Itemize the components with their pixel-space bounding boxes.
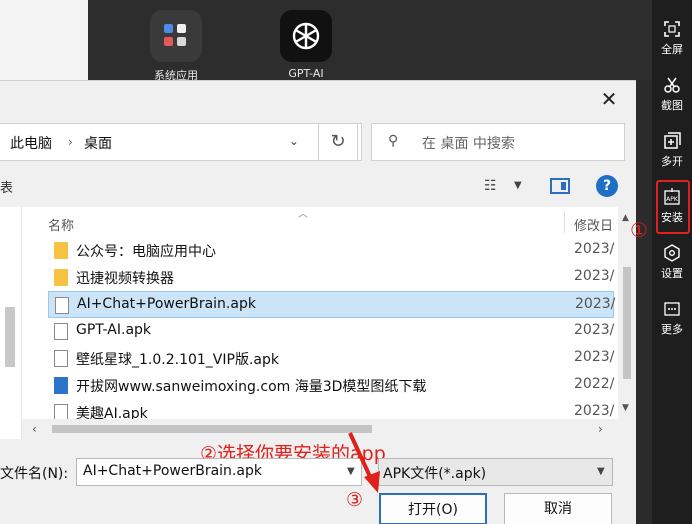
list-item[interactable]: GPT-AI.apk 2023/ bbox=[48, 318, 614, 345]
search-placeholder: 在 桌面 中搜索 bbox=[422, 136, 515, 152]
openai-logo-icon[interactable] bbox=[280, 10, 332, 62]
open-file-dialog: ✕ 此电脑 › 桌面 ⌄ ↻ ⚲ 在 桌面 中搜索 表 ☷ ▼ ? ︿ 名称 修… bbox=[0, 80, 636, 524]
toolbar-truncated-label[interactable]: 表 bbox=[0, 177, 13, 196]
more-icon bbox=[664, 302, 680, 316]
file-icon bbox=[54, 350, 68, 367]
breadcrumb-this-pc[interactable]: 此电脑 bbox=[10, 133, 52, 153]
list-item[interactable]: 公众号：电脑应用中心 2023/ bbox=[48, 237, 614, 264]
scissors-icon bbox=[664, 77, 680, 93]
column-header-name[interactable]: 名称 bbox=[48, 215, 74, 234]
sort-caret-icon: ︿ bbox=[298, 209, 308, 220]
search-input[interactable]: ⚲ 在 桌面 中搜索 bbox=[371, 123, 625, 161]
sidebar-item-settings[interactable]: 设置 bbox=[652, 244, 692, 281]
breadcrumb-chevron-icon[interactable]: › bbox=[68, 135, 73, 149]
column-divider[interactable] bbox=[564, 211, 565, 233]
vertical-scrollbar-thumb[interactable] bbox=[623, 267, 631, 379]
close-button[interactable]: ✕ bbox=[598, 89, 620, 111]
folder-icon bbox=[54, 242, 68, 259]
filename-label: 文件名(N): bbox=[0, 466, 69, 482]
address-dropdown-chevron-icon[interactable]: ⌄ bbox=[289, 134, 299, 148]
sidebar-item-screenshot[interactable]: 截图 bbox=[652, 76, 692, 113]
list-item[interactable]: 壁纸星球_1.0.2.101_VIP版.apk 2023/ bbox=[48, 345, 614, 372]
annotation-step-3: ③ bbox=[346, 489, 364, 511]
preview-pane-icon[interactable] bbox=[550, 178, 570, 194]
address-bar[interactable]: 此电脑 › 桌面 ⌄ bbox=[0, 123, 362, 161]
help-icon[interactable]: ? bbox=[596, 175, 618, 197]
cancel-button[interactable]: 取消 bbox=[504, 493, 612, 524]
annotation-arrow bbox=[348, 432, 380, 493]
gpt-ai-label: GPT-AI bbox=[288, 67, 324, 80]
svg-text:APK: APK bbox=[666, 196, 679, 203]
refresh-icon: ↻ bbox=[330, 131, 346, 152]
file-icon bbox=[54, 323, 68, 340]
horizontal-scrollbar[interactable]: ‹ › bbox=[22, 419, 618, 439]
filetype-select[interactable]: APK文件(*.apk) ▼ bbox=[378, 458, 613, 486]
filename-field[interactable]: AI+Chat+PowerBrain.apk ▼ bbox=[76, 458, 362, 486]
sidebar-item-fullscreen[interactable]: 全屏 bbox=[652, 20, 692, 57]
scroll-left-icon[interactable]: ‹ bbox=[32, 422, 37, 436]
sidebar-item-install[interactable]: APK 安装 bbox=[652, 188, 692, 225]
settings-hexagon-icon bbox=[664, 244, 680, 262]
web-shortcut-icon bbox=[54, 377, 68, 394]
multi-open-icon bbox=[664, 132, 681, 149]
emulator-sidebar: 全屏 截图 多开 APK 安装 设置 更多 bbox=[652, 0, 692, 524]
system-apps-icon[interactable] bbox=[150, 10, 202, 62]
view-options-chevron-icon[interactable]: ▼ bbox=[514, 180, 522, 191]
nav-scrollbar-thumb[interactable] bbox=[5, 307, 15, 367]
open-button[interactable]: 打开(O) bbox=[379, 493, 487, 524]
fullscreen-icon bbox=[664, 21, 680, 37]
scroll-up-icon[interactable]: ▲ bbox=[622, 213, 629, 223]
filetype-chevron-icon[interactable]: ▼ bbox=[597, 466, 605, 477]
list-item-selected[interactable]: AI+Chat+PowerBrain.apk 2023/ bbox=[48, 291, 615, 318]
scroll-right-icon[interactable]: › bbox=[598, 422, 603, 436]
search-icon: ⚲ bbox=[388, 133, 399, 149]
sidebar-item-multi-open[interactable]: 多开 bbox=[652, 132, 692, 169]
refresh-button[interactable]: ↻ bbox=[318, 123, 358, 161]
breadcrumb-desktop[interactable]: 桌面 bbox=[84, 133, 112, 153]
list-item[interactable]: 迅捷视频转换器 2023/ bbox=[48, 264, 614, 291]
annotation-step-1: ① bbox=[630, 218, 648, 242]
navigation-pane[interactable] bbox=[0, 207, 22, 439]
column-header-modified[interactable]: 修改日 bbox=[574, 215, 613, 234]
apk-install-icon: APK bbox=[664, 188, 680, 205]
background-window bbox=[0, 0, 88, 80]
list-item[interactable]: 开拔网www.sanweimoxing.com 海量3D模型图纸下载 2022/ bbox=[48, 372, 614, 399]
horizontal-scrollbar-thumb[interactable] bbox=[52, 425, 372, 433]
scroll-down-icon[interactable]: ▼ bbox=[622, 403, 629, 413]
sidebar-item-more[interactable]: 更多 bbox=[652, 300, 692, 337]
file-list: ︿ 名称 修改日 公众号：电脑应用中心 2023/ 迅捷视频转换器 2023/ … bbox=[0, 207, 636, 465]
file-icon bbox=[55, 297, 69, 314]
folder-icon bbox=[54, 269, 68, 286]
view-options-icon[interactable]: ☷ bbox=[484, 178, 497, 194]
